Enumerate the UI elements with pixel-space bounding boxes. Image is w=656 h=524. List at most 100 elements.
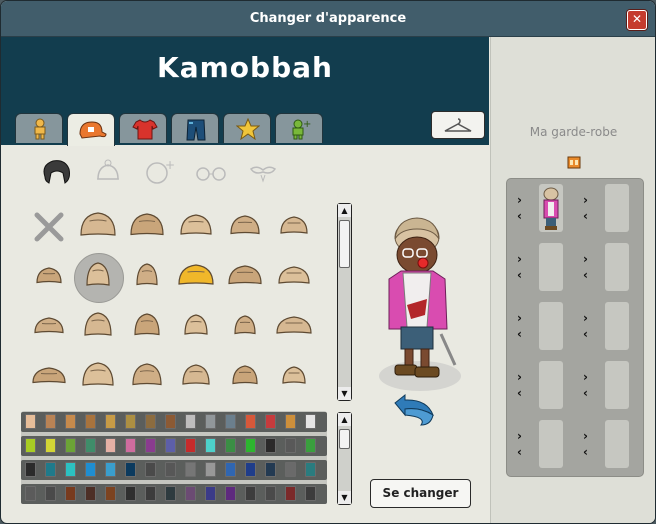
wardrobe-slot[interactable] — [539, 361, 563, 409]
slot-prev-arrow[interactable]: ‹ — [517, 210, 522, 222]
color-swatch[interactable] — [185, 486, 196, 501]
hair-option[interactable] — [125, 255, 169, 299]
no-hair-option[interactable] — [27, 205, 71, 249]
color-swatch[interactable] — [65, 438, 76, 453]
color-swatch[interactable] — [45, 486, 56, 501]
hair-option[interactable] — [174, 305, 218, 349]
scroll-down-arrow[interactable]: ▼ — [338, 387, 351, 400]
hair-option[interactable] — [174, 355, 218, 399]
hair-grid-scrollbar[interactable]: ▲ ▼ — [337, 203, 352, 401]
hair-option[interactable] — [272, 255, 316, 299]
color-swatch[interactable] — [245, 414, 256, 429]
slot-prev-arrow[interactable]: ‹ — [583, 328, 588, 340]
color-swatch[interactable] — [305, 438, 316, 453]
color-swatch[interactable] — [45, 414, 56, 429]
tab-body[interactable] — [15, 113, 63, 143]
rotate-avatar-icon[interactable] — [391, 393, 439, 429]
glasses-category-icon[interactable] — [193, 157, 229, 187]
hair-option[interactable] — [27, 305, 71, 349]
hair-category-icon[interactable] — [39, 157, 73, 187]
color-swatch[interactable] — [105, 414, 116, 429]
hair-option[interactable] — [272, 305, 316, 349]
color-swatch[interactable] — [185, 462, 196, 477]
color-swatch[interactable] — [305, 462, 316, 477]
color-swatch[interactable] — [165, 462, 176, 477]
hair-option[interactable] — [223, 355, 267, 399]
color-swatch[interactable] — [245, 438, 256, 453]
color-swatch[interactable] — [25, 438, 36, 453]
color-swatch[interactable] — [165, 486, 176, 501]
color-swatch[interactable] — [65, 414, 76, 429]
hair-option[interactable] — [223, 305, 267, 349]
wardrobe-slot[interactable] — [605, 361, 629, 409]
color-swatch[interactable] — [105, 462, 116, 477]
color-swatch[interactable] — [245, 462, 256, 477]
color-swatch[interactable] — [225, 462, 236, 477]
slot-prev-arrow[interactable]: ‹ — [517, 446, 522, 458]
slot-prev-arrow[interactable]: ‹ — [517, 269, 522, 281]
hair-option[interactable] — [272, 205, 316, 249]
color-swatch[interactable] — [265, 438, 276, 453]
hair-option[interactable] — [174, 255, 218, 299]
slot-prev-arrow[interactable]: ‹ — [517, 387, 522, 399]
color-swatch[interactable] — [305, 486, 316, 501]
wardrobe-button[interactable] — [431, 111, 485, 139]
slot-next-arrow[interactable]: › — [583, 253, 588, 265]
slot-prev-arrow[interactable]: ‹ — [583, 210, 588, 222]
hat-category-icon[interactable] — [93, 157, 123, 187]
color-swatch[interactable] — [285, 438, 296, 453]
color-swatch[interactable] — [225, 438, 236, 453]
palette-scroll-down-arrow[interactable]: ▼ — [338, 491, 351, 504]
moustache-category-icon[interactable] — [247, 157, 279, 187]
color-swatch[interactable] — [85, 438, 96, 453]
slot-prev-arrow[interactable]: ‹ — [583, 269, 588, 281]
wardrobe-slot[interactable] — [605, 184, 629, 232]
change-outfit-button[interactable]: Se changer — [370, 479, 471, 508]
accessory-category-icon[interactable]: + — [143, 157, 177, 187]
tab-torso[interactable] — [119, 113, 167, 143]
color-swatch[interactable] — [225, 414, 236, 429]
hair-option[interactable] — [76, 355, 120, 399]
color-swatch[interactable] — [265, 462, 276, 477]
color-swatch[interactable] — [25, 486, 36, 501]
color-swatch[interactable] — [205, 462, 216, 477]
color-swatch[interactable] — [85, 462, 96, 477]
hair-option[interactable] — [125, 205, 169, 249]
slot-next-arrow[interactable]: › — [517, 312, 522, 324]
tab-head[interactable] — [67, 113, 115, 146]
color-swatch[interactable] — [125, 486, 136, 501]
tab-favorites[interactable] — [223, 113, 271, 143]
color-swatch[interactable] — [165, 438, 176, 453]
color-swatch[interactable] — [265, 414, 276, 429]
hair-option[interactable] — [174, 205, 218, 249]
wardrobe-slot[interactable] — [605, 243, 629, 291]
wardrobe-slot[interactable] — [605, 420, 629, 468]
hair-option[interactable] — [272, 355, 316, 399]
color-swatch[interactable] — [185, 438, 196, 453]
hair-option[interactable] — [76, 205, 120, 249]
color-swatch[interactable] — [305, 414, 316, 429]
palette-scrollbar[interactable]: ▲ ▼ — [337, 412, 352, 505]
color-swatch[interactable] — [145, 462, 156, 477]
color-swatch[interactable] — [65, 486, 76, 501]
color-swatch[interactable] — [45, 462, 56, 477]
palette-scroll-thumb[interactable] — [339, 429, 350, 449]
tab-legs[interactable] — [171, 113, 219, 143]
wardrobe-slot[interactable] — [539, 420, 563, 468]
color-swatch[interactable] — [105, 486, 116, 501]
color-swatch[interactable] — [205, 486, 216, 501]
color-swatch[interactable] — [245, 486, 256, 501]
color-swatch[interactable] — [25, 462, 36, 477]
scroll-up-arrow[interactable]: ▲ — [338, 204, 351, 217]
hair-option[interactable] — [74, 253, 124, 303]
color-swatch[interactable] — [185, 414, 196, 429]
slot-prev-arrow[interactable]: ‹ — [583, 446, 588, 458]
color-swatch[interactable] — [205, 438, 216, 453]
slot-next-arrow[interactable]: › — [517, 194, 522, 206]
color-swatch[interactable] — [165, 414, 176, 429]
scroll-thumb[interactable] — [339, 220, 350, 268]
hair-option[interactable] — [223, 205, 267, 249]
color-swatch[interactable] — [145, 438, 156, 453]
color-swatch[interactable] — [225, 486, 236, 501]
color-swatch[interactable] — [145, 414, 156, 429]
